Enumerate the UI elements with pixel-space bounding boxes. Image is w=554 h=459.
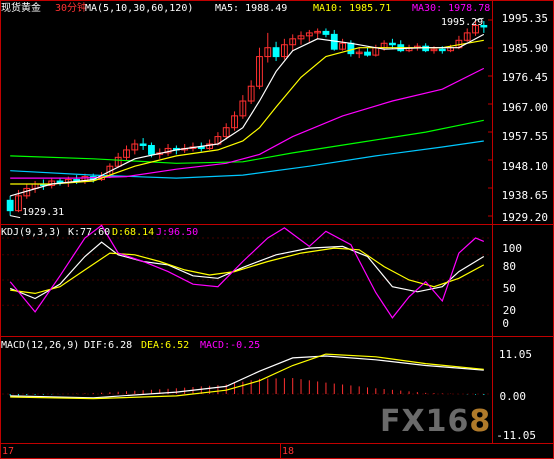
price-tick: 1938.65	[501, 189, 548, 202]
ma5-label: MA5: 1988.49	[215, 3, 288, 14]
macd-dif-label: DIF:6.28	[84, 340, 133, 351]
kdj-d-label: D:68.14	[112, 227, 155, 238]
kdj-k-label: K:77.60	[68, 227, 111, 238]
kdj-params-label: KDJ(9,3,3)	[1, 227, 62, 238]
fx168-logo-digit: 8	[469, 404, 492, 439]
kdj-tick: 80	[502, 260, 516, 273]
kdj-k-line	[9, 241, 485, 300]
macd-params-label: MACD(12,26,9)	[1, 340, 80, 351]
macd-tick: 11.05	[498, 348, 532, 361]
macd-value-label: MACD:-0.25	[200, 340, 261, 351]
high-price-label: 1995.29	[441, 17, 484, 28]
kdj-j-line	[9, 224, 485, 319]
ma30-label: MA30: 1978.78	[412, 3, 491, 14]
candle-body	[148, 144, 155, 155]
price-tick: 1985.90	[501, 42, 548, 55]
macd-dea-label: DEA:6.52	[141, 340, 190, 351]
ma10-label: MA10: 1985.71	[313, 3, 392, 14]
low-price-label: 1929.31	[22, 207, 65, 218]
candle-body	[322, 30, 330, 35]
kdj-tick: 100	[502, 242, 522, 255]
x-label-day: 17	[2, 446, 15, 457]
candle-body	[422, 45, 430, 52]
chart-window: 现货黄金 30分钟 MA(5,10,30,60,120) MA5: 1988.4…	[0, 0, 554, 459]
ma120-line	[10, 140, 484, 179]
candle-body	[6, 199, 14, 212]
price-tick: 1976.45	[501, 71, 548, 84]
candle-body	[389, 42, 396, 46]
candle-body	[364, 51, 371, 56]
fx168-logo-text: FX16	[380, 404, 470, 439]
candle-body	[272, 47, 280, 58]
price-tick: 1957.55	[501, 130, 548, 143]
price-tick: 1929.20	[501, 211, 548, 224]
candle-body	[438, 48, 446, 52]
candle-body	[139, 143, 147, 146]
fx168-logo: FX168	[380, 404, 491, 439]
ma10-line	[10, 39, 484, 185]
ma5-line	[10, 33, 485, 197]
macd-tick: -11.05	[496, 429, 536, 442]
price-tick: 1967.00	[501, 101, 548, 114]
macd-tick: 0.00	[499, 390, 527, 403]
price-tick: 1948.10	[501, 160, 548, 173]
candle-body	[56, 180, 64, 184]
period-label: 30分钟	[55, 3, 88, 14]
low-marker	[10, 215, 21, 219]
kdj-j-label: J:96.50	[156, 227, 199, 238]
price-tick: 1995.35	[501, 12, 548, 25]
x-label-day: 18	[282, 446, 295, 457]
kdj-tick: 50	[502, 282, 516, 295]
kdj-tick: 0	[502, 317, 509, 330]
ma-params-label: MA(5,10,30,60,120)	[85, 3, 194, 14]
kdj-tick: 20	[502, 304, 516, 317]
candle-body	[347, 42, 355, 55]
instrument-title: 现货黄金	[1, 3, 41, 14]
ma60-line	[10, 119, 484, 164]
